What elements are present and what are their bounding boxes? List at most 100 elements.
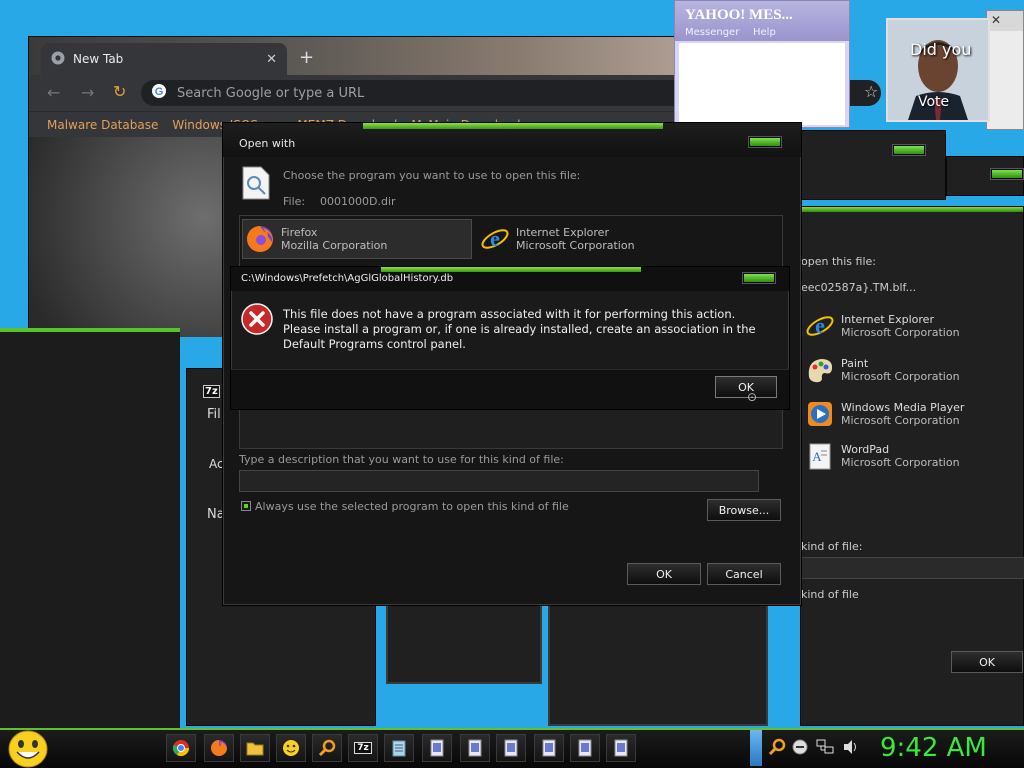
file-name: 0001000D.dir xyxy=(320,195,396,208)
bookmark-item[interactable]: Malware Database xyxy=(47,118,158,132)
error-button-bar: OK ⊙ xyxy=(231,369,789,409)
error-ok-button[interactable]: OK xyxy=(715,376,777,398)
taskbar-document-button[interactable] xyxy=(606,734,636,762)
error-dialog: C:\Windows\Prefetch\AgGlGlobalHistory.db… xyxy=(230,266,790,410)
window-close-grip[interactable] xyxy=(991,169,1023,179)
media-player-icon xyxy=(808,402,832,426)
tray-search-icon[interactable] xyxy=(768,738,786,759)
tray-minus-icon[interactable] xyxy=(792,739,808,758)
program-name: Paint xyxy=(841,357,869,370)
error-close-grip[interactable] xyxy=(743,273,775,283)
yahoo-titlebar: YAHOO! MES... Messenger Help xyxy=(675,1,849,41)
error-icon xyxy=(241,303,273,338)
reload-icon[interactable]: ↻ xyxy=(113,82,126,101)
program-company: Microsoft Corporation xyxy=(841,370,960,383)
star-icon[interactable]: ☆ xyxy=(864,82,878,101)
document-icon xyxy=(468,739,482,757)
volume-icon[interactable] xyxy=(842,739,860,758)
taskbar-7zip-button[interactable]: 7z xyxy=(348,734,378,762)
background-window xyxy=(386,600,542,684)
background-window xyxy=(796,130,946,200)
always-use-label: Always use the selected program to open … xyxy=(255,500,569,513)
instruction-partial: open this file: xyxy=(801,255,876,268)
internet-explorer-icon: e xyxy=(481,226,509,251)
menu-messenger[interactable]: Messenger xyxy=(685,27,739,38)
titlebar-accent xyxy=(363,123,663,129)
yahoo-title: YAHOO! MES... xyxy=(685,7,793,23)
window-close-grip[interactable] xyxy=(893,145,925,155)
svg-text:e: e xyxy=(815,313,825,338)
program-item-wordpad[interactable]: A WordPad Microsoft Corporation xyxy=(805,441,960,471)
document-icon xyxy=(504,739,518,757)
tab-strip: New Tab ✕ + xyxy=(29,37,727,75)
program-item-internet-explorer[interactable]: e Internet Explorer Microsoft Corporation xyxy=(480,219,635,259)
taskbar-messenger-button[interactable] xyxy=(276,734,306,762)
window-accent-bar xyxy=(801,207,1023,212)
program-item-firefox[interactable]: Firefox Mozilla Corporation xyxy=(242,219,472,259)
titlebar-accent xyxy=(381,267,641,272)
firefox-icon xyxy=(211,740,227,756)
program-company: Mozilla Corporation xyxy=(281,239,388,252)
7zip-icon: 7z xyxy=(203,385,220,398)
browse-button[interactable]: Browse... xyxy=(707,499,781,521)
taskbar-firefox-button[interactable] xyxy=(204,734,234,762)
cancel-button[interactable]: Cancel xyxy=(707,563,781,585)
background-window-topright: ✕ xyxy=(986,10,1024,130)
taskbar-document-button[interactable] xyxy=(460,734,490,762)
document-icon xyxy=(578,739,592,757)
program-item-media-player[interactable]: Windows Media Player Microsoft Corporatio… xyxy=(805,399,964,429)
taskbar-document-button[interactable] xyxy=(570,734,600,762)
program-item-paint[interactable]: Paint Microsoft Corporation xyxy=(805,355,960,385)
tray-expand-handle[interactable] xyxy=(750,730,762,766)
new-tab-icon[interactable]: + xyxy=(299,47,314,68)
program-name: WordPad xyxy=(841,443,890,456)
document-icon xyxy=(614,739,628,757)
back-icon[interactable]: ← xyxy=(47,83,60,102)
ok-button[interactable]: OK xyxy=(627,563,701,585)
taskbar-explorer-button[interactable] xyxy=(240,734,270,762)
start-smiley-icon[interactable] xyxy=(8,730,48,768)
forward-icon[interactable]: → xyxy=(81,83,94,102)
background-window-left xyxy=(0,328,180,728)
search-icon xyxy=(318,739,336,757)
tab-new-tab[interactable]: New Tab ✕ xyxy=(41,43,287,75)
yahoo-body xyxy=(679,43,845,125)
network-icon[interactable] xyxy=(816,739,834,758)
error-message: This file does not have a program associ… xyxy=(283,307,756,351)
program-list-lower xyxy=(239,409,783,449)
background-open-with-window: open this file: eec02587a}.TM.blf... e I… xyxy=(800,206,1024,726)
taskbar-document-button[interactable] xyxy=(534,734,564,762)
google-icon: G xyxy=(151,83,167,103)
ok-button[interactable]: OK xyxy=(951,651,1023,673)
close-tab-icon[interactable]: ✕ xyxy=(266,52,277,67)
folder-icon xyxy=(246,742,264,756)
taskbar-notepad-button[interactable] xyxy=(384,734,414,762)
program-name: Firefox xyxy=(281,226,318,239)
program-company: Microsoft Corporation xyxy=(841,326,960,339)
meme-caption-bottom: Vote xyxy=(918,94,950,110)
svg-text:e: e xyxy=(490,226,500,251)
taskbar-document-button[interactable] xyxy=(496,734,526,762)
taskbar-search-button[interactable] xyxy=(312,734,342,762)
taskbar-clock[interactable]: 9:42 AM xyxy=(880,733,987,763)
chrome-icon xyxy=(51,51,65,68)
firefox-icon xyxy=(247,226,273,252)
taskbar-document-button[interactable] xyxy=(422,734,452,762)
close-icon[interactable]: ✕ xyxy=(991,13,1001,27)
program-item-internet-explorer[interactable]: e Internet Explorer Microsoft Corporation xyxy=(805,311,960,341)
taskbar-chrome-button[interactable] xyxy=(166,734,196,762)
svg-text:A: A xyxy=(812,449,822,464)
description-field[interactable] xyxy=(801,557,1024,579)
chrome-icon xyxy=(172,740,190,757)
wordpad-icon: A xyxy=(809,443,831,470)
menu-file-partial[interactable]: Fil xyxy=(207,407,221,422)
menu-help[interactable]: Help xyxy=(753,27,776,38)
document-icon xyxy=(430,739,444,757)
program-name: Internet Explorer xyxy=(516,226,609,239)
always-use-checkbox[interactable] xyxy=(241,501,251,511)
yahoo-messenger-window: YAHOO! MES... Messenger Help xyxy=(674,0,850,128)
background-window xyxy=(946,156,1024,196)
window-titlebar: ✕ xyxy=(987,11,1023,31)
dialog-close-grip[interactable] xyxy=(749,137,781,147)
description-input[interactable] xyxy=(239,470,759,492)
